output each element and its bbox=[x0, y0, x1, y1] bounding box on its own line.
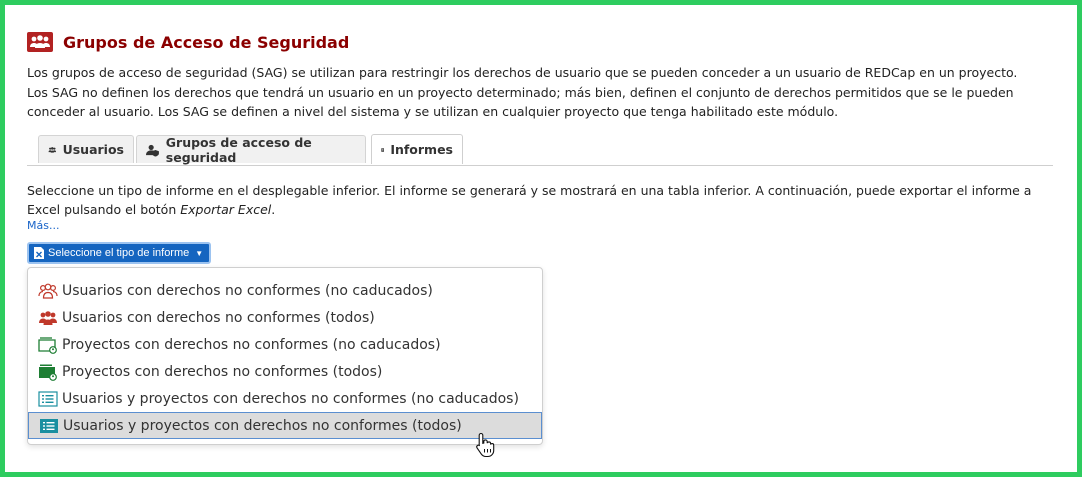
more-link[interactable]: Más... bbox=[27, 219, 59, 232]
menu-item-users-projects-non-expired[interactable]: Usuarios y proyectos con derechos no con… bbox=[28, 385, 542, 412]
tab-label: Informes bbox=[390, 142, 453, 157]
menu-item-label: Usuarios con derechos no conformes (todo… bbox=[62, 309, 375, 326]
report-type-menu: Usuarios con derechos no conformes (no c… bbox=[27, 267, 543, 445]
menu-item-projects-all[interactable]: Proyectos con derechos no conformes (tod… bbox=[28, 358, 542, 385]
page-description: Los grupos de acceso de seguridad (SAG) … bbox=[27, 65, 1018, 119]
menu-item-label: Usuarios y proyectos con derechos no con… bbox=[62, 390, 519, 407]
menu-item-users-non-expired[interactable]: Usuarios con derechos no conformes (no c… bbox=[28, 277, 542, 304]
list-outline-icon bbox=[38, 390, 58, 408]
tab-label: Usuarios bbox=[62, 142, 124, 157]
excel-file-icon bbox=[34, 247, 44, 259]
menu-item-label: Proyectos con derechos no conformes (tod… bbox=[62, 363, 383, 380]
menu-item-label: Usuarios con derechos no conformes (no c… bbox=[62, 282, 433, 299]
report-instructions: Seleccione un tipo de informe en el desp… bbox=[27, 183, 1032, 217]
tab-grupos[interactable]: Grupos de acceso de seguridad bbox=[136, 134, 366, 165]
menu-item-projects-non-expired[interactable]: Proyectos con derechos no conformes (no … bbox=[28, 331, 542, 358]
menu-item-label: Usuarios y proyectos con derechos no con… bbox=[63, 417, 462, 434]
tab-informes[interactable]: Informes bbox=[371, 134, 463, 164]
users-icon bbox=[48, 146, 57, 153]
folder-solid-icon bbox=[38, 363, 58, 381]
tab-usuarios[interactable]: Usuarios bbox=[38, 135, 134, 163]
menu-item-label: Proyectos con derechos no conformes (no … bbox=[62, 336, 441, 353]
users-outline-icon bbox=[38, 282, 58, 300]
tab-label: Grupos de acceso de seguridad bbox=[165, 134, 312, 165]
menu-item-users-all[interactable]: Usuarios con derechos no conformes (todo… bbox=[28, 304, 542, 331]
page-header: Grupos de Acceso de Seguridad bbox=[27, 32, 349, 52]
menu-item-users-projects-all[interactable]: Usuarios y proyectos con derechos no con… bbox=[28, 412, 542, 439]
folder-outline-icon bbox=[38, 336, 58, 354]
report-type-dropdown-button[interactable]: Seleccione el tipo de informe ▼ bbox=[27, 242, 212, 264]
users-group-icon bbox=[27, 32, 53, 52]
user-shield-icon bbox=[146, 144, 159, 156]
dropdown-label: Seleccione el tipo de informe bbox=[48, 247, 190, 259]
list-solid-icon bbox=[39, 417, 59, 435]
users-solid-icon bbox=[38, 309, 58, 327]
tab-bar: Usuarios Grupos de acceso de seguridad I… bbox=[27, 131, 1053, 166]
page-title: Grupos de Acceso de Seguridad bbox=[63, 32, 350, 52]
report-icon bbox=[381, 147, 385, 152]
caret-down-icon: ▼ bbox=[195, 248, 204, 258]
hand-pointer-icon bbox=[476, 432, 495, 458]
